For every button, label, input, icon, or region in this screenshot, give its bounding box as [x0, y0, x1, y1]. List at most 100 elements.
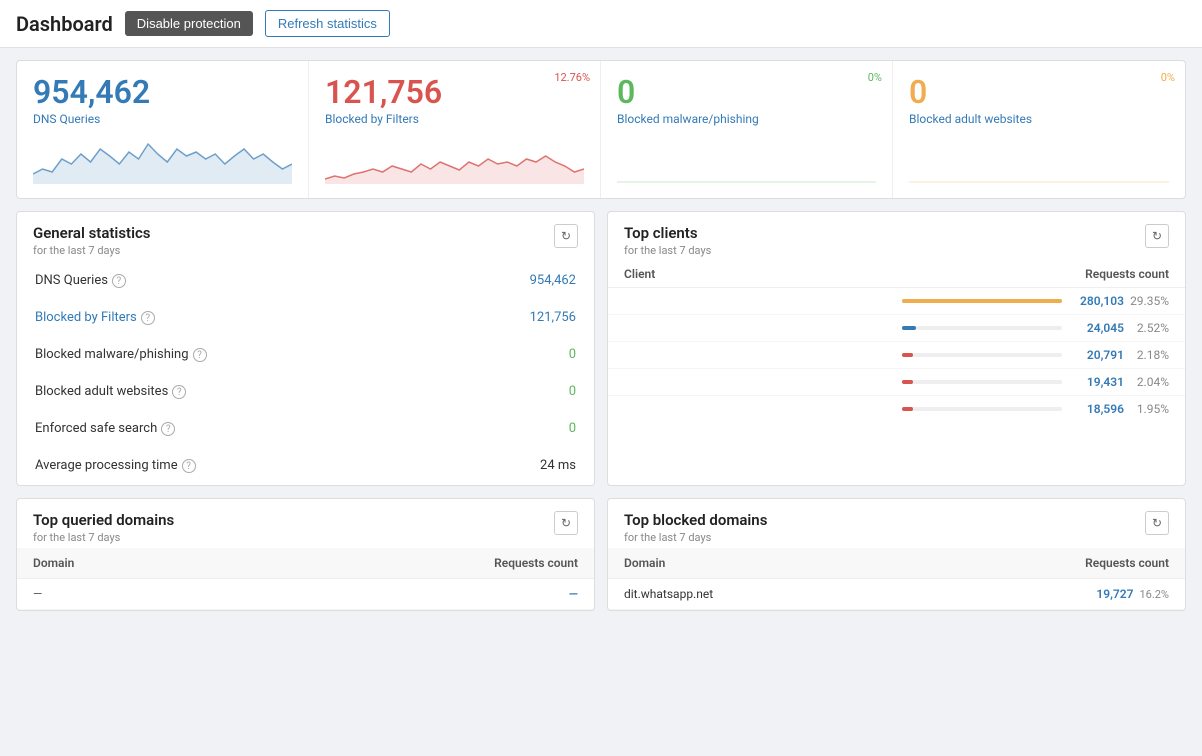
general-stats-row: Blocked adult websites? 0: [19, 374, 592, 409]
client-bar-wrap: [902, 326, 1062, 331]
general-stats-row: Enforced safe search? 0: [19, 411, 592, 446]
top-queried-panel: Top queried domains for the last 7 days …: [16, 498, 595, 611]
client-name: [624, 294, 890, 308]
stat-label-cell: Blocked by Filters?: [19, 300, 431, 335]
stat-cards-row: 954,462 DNS Queries 12.76% 121,756 Block…: [16, 60, 1186, 199]
client-bar-bg: [902, 407, 1062, 411]
help-icon[interactable]: ?: [161, 422, 175, 436]
client-bar-bg: [902, 353, 1062, 357]
general-statistics-panel: General statistics for the last 7 days ↻…: [16, 211, 595, 486]
queried-requests-col-header: Requests count: [241, 548, 594, 579]
blocked-malware-sparkline: [617, 134, 876, 184]
top-blocked-header: Top blocked domains for the last 7 days …: [608, 499, 1185, 548]
table-row: dit.whatsapp.net 19,72716.2%: [608, 579, 1185, 610]
stat-label: Blocked adult websites: [35, 384, 168, 399]
help-icon[interactable]: ?: [193, 348, 207, 362]
top-clients-header: Top clients for the last 7 days ↻: [608, 212, 1185, 261]
stat-card-dns-queries: 954,462 DNS Queries: [17, 61, 309, 198]
queried-count-cell: —: [241, 579, 594, 610]
help-icon[interactable]: ?: [112, 274, 126, 288]
disable-protection-button[interactable]: Disable protection: [125, 11, 253, 36]
general-stats-row: Blocked by Filters? 121,756: [19, 300, 592, 335]
client-bar-bg: [902, 299, 1062, 303]
stat-value-cell: 0: [433, 411, 592, 446]
blocked-filters-pct: 12.76%: [554, 71, 590, 84]
stat-value-cell: 0: [433, 374, 592, 409]
top-clients-refresh-button[interactable]: ↻: [1145, 224, 1169, 248]
client-row: 20,791 2.18%: [608, 342, 1185, 369]
top-queried-title: Top queried domains: [33, 511, 174, 529]
stat-label: Blocked malware/phishing: [35, 347, 189, 362]
stat-card-blocked-filters: 12.76% 121,756 Blocked by Filters: [309, 61, 601, 198]
top-clients-title: Top clients: [624, 224, 711, 242]
top-queried-refresh-button[interactable]: ↻: [554, 511, 578, 535]
client-pct: 2.18%: [1124, 348, 1169, 362]
general-statistics-subtitle: for the last 7 days: [33, 244, 151, 257]
dns-queries-label: DNS Queries: [33, 112, 292, 126]
top-blocked-panel: Top blocked domains for the last 7 days …: [607, 498, 1186, 611]
stat-label: Average processing time: [35, 458, 178, 473]
client-row: 24,045 2.52%: [608, 315, 1185, 342]
client-row: 18,596 1.95%: [608, 396, 1185, 422]
dns-queries-sparkline: [33, 134, 292, 184]
top-blocked-title: Top blocked domains: [624, 511, 767, 529]
stat-label-cell: Enforced safe search?: [19, 411, 431, 446]
top-clients-subtitle: for the last 7 days: [624, 244, 711, 257]
general-statistics-refresh-button[interactable]: ↻: [554, 224, 578, 248]
client-bar-fill: [902, 299, 1062, 303]
client-count: 280,103: [1074, 294, 1124, 308]
stat-value-cell: 0: [433, 337, 592, 372]
page-title: Dashboard: [16, 12, 113, 36]
client-bar-fill: [902, 407, 913, 411]
client-bar-bg: [902, 326, 1062, 330]
help-icon[interactable]: ?: [182, 459, 196, 473]
top-blocked-subtitle: for the last 7 days: [624, 531, 767, 544]
client-count: 18,596: [1074, 402, 1124, 416]
blocked-adult-pct: 0%: [1161, 71, 1175, 84]
table-row: — —: [17, 579, 594, 610]
stat-label-cell: Blocked adult websites?: [19, 374, 431, 409]
help-icon[interactable]: ?: [172, 385, 186, 399]
client-name: [624, 402, 890, 416]
stat-label[interactable]: Blocked by Filters: [35, 310, 137, 325]
client-count: 19,431: [1074, 375, 1124, 389]
general-statistics-table: DNS Queries? 954,462 Blocked by Filters?…: [17, 261, 594, 485]
blocked-domains-body: dit.whatsapp.net 19,72716.2%: [608, 579, 1185, 610]
stat-label-cell: Blocked malware/phishing?: [19, 337, 431, 372]
client-bar-bg: [902, 380, 1062, 384]
stat-label-cell: Average processing time?: [19, 448, 431, 483]
help-icon[interactable]: ?: [141, 311, 155, 325]
top-queried-header: Top queried domains for the last 7 days …: [17, 499, 594, 548]
queried-domain-cell: —: [17, 579, 241, 610]
dns-queries-number: 954,462: [33, 75, 292, 110]
refresh-statistics-button[interactable]: Refresh statistics: [265, 10, 390, 37]
client-row: 280,103 29.35%: [608, 288, 1185, 315]
client-name: [624, 375, 890, 389]
general-stats-row: Average processing time? 24 ms: [19, 448, 592, 483]
stat-label: Enforced safe search: [35, 421, 157, 436]
blocked-filters-label: Blocked by Filters: [325, 112, 584, 126]
top-clients-panel: Top clients for the last 7 days ↻ Client…: [607, 211, 1186, 486]
blocked-requests-col-header: Requests count: [903, 548, 1185, 579]
blocked-filters-sparkline: [325, 134, 584, 184]
client-name: [624, 348, 890, 362]
top-clients-col-header: Client Requests count: [608, 261, 1185, 288]
client-row: 19,431 2.04%: [608, 369, 1185, 396]
blocked-adult-label: Blocked adult websites: [909, 112, 1169, 126]
client-pct: 2.52%: [1124, 321, 1169, 335]
stat-label: DNS Queries: [35, 273, 108, 288]
client-bar-fill: [902, 353, 913, 357]
blocked-count-cell: 19,72716.2%: [903, 579, 1185, 610]
client-bar-fill: [902, 326, 916, 330]
client-count: 24,045: [1074, 321, 1124, 335]
general-statistics-title: General statistics: [33, 224, 151, 242]
client-pct: 1.95%: [1124, 402, 1169, 416]
top-blocked-refresh-button[interactable]: ↻: [1145, 511, 1169, 535]
client-bar-wrap: [902, 299, 1062, 304]
domain-pct: 16.2%: [1139, 588, 1169, 601]
general-stats-row: DNS Queries? 954,462: [19, 263, 592, 298]
client-bar-wrap: [902, 353, 1062, 358]
blocked-malware-number: 0: [617, 75, 876, 110]
blocked-domain-cell: dit.whatsapp.net: [608, 579, 903, 610]
col-client-label: Client: [624, 267, 1049, 281]
